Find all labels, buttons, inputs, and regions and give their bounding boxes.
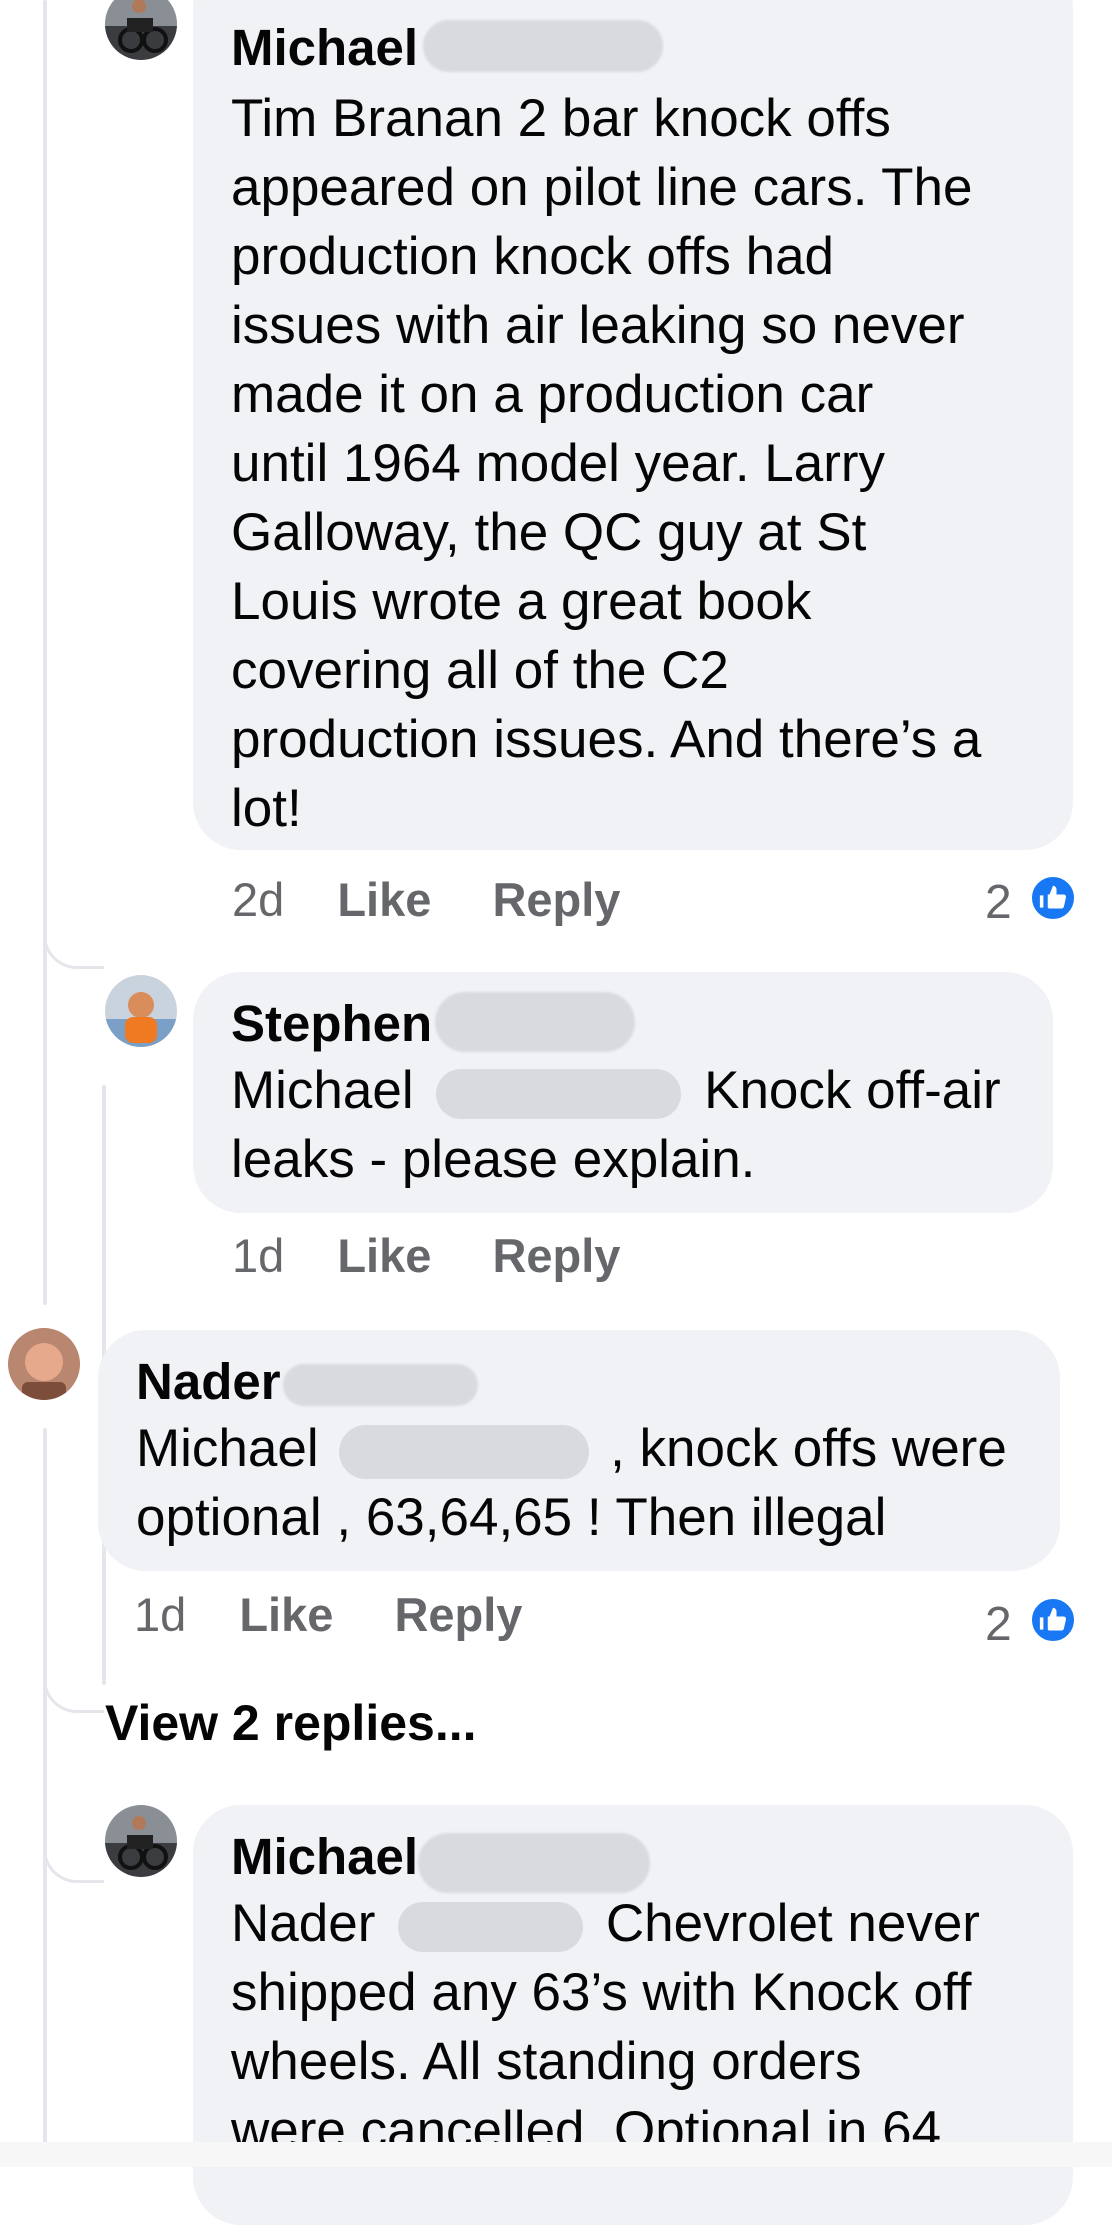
comment-time[interactable]: 1d — [134, 1588, 186, 1641]
comment-meta: 1d Like Reply — [232, 1228, 620, 1284]
like-thumb-icon[interactable] — [1028, 873, 1078, 923]
reply-button[interactable]: Reply — [492, 873, 620, 926]
avatar[interactable] — [8, 1328, 80, 1400]
like-button[interactable]: Like — [337, 1229, 431, 1282]
redacted-name — [418, 1833, 650, 1893]
thread-elbow — [43, 1620, 104, 1713]
comment-text: Nader Chevrolet never shipped any 63’s w… — [231, 1894, 980, 2160]
like-button[interactable]: Like — [337, 873, 431, 926]
comment-text: Tim Branan 2 bar knock offs appeared on … — [231, 89, 982, 838]
comment-time[interactable]: 2d — [232, 873, 284, 926]
comment-author[interactable]: Nader — [136, 1352, 281, 1412]
thread-elbow — [43, 902, 104, 969]
thread-line — [43, 1428, 47, 2167]
comment-bubble: Stephen Michael Knock off-air leaks - pl… — [193, 972, 1053, 1213]
avatar[interactable] — [105, 0, 177, 60]
reaction-count[interactable]: 2 — [985, 1597, 1012, 1653]
comment-author[interactable]: Stephen — [231, 994, 432, 1054]
comment-author[interactable]: Michael — [231, 18, 418, 78]
avatar[interactable] — [105, 975, 177, 1047]
redacted-name — [398, 1902, 584, 1952]
redacted-name — [339, 1425, 590, 1479]
view-replies-link[interactable]: View 2 replies... — [105, 1693, 477, 1753]
like-button[interactable]: Like — [239, 1588, 333, 1641]
comment-text: Michael Knock off-air leaks - please exp… — [231, 1061, 1001, 1189]
comment-time[interactable]: 1d — [232, 1229, 284, 1282]
comment-bubble: Michael Tim Branan 2 bar knock offs appe… — [193, 0, 1073, 850]
comment-bubble: Nader Michael , knock offs were optional… — [98, 1330, 1060, 1571]
redacted-name — [283, 1364, 478, 1406]
thread-line — [43, 0, 47, 1305]
avatar[interactable] — [105, 1805, 177, 1877]
reply-button[interactable]: Reply — [394, 1588, 522, 1641]
reply-button[interactable]: Reply — [492, 1229, 620, 1282]
redacted-name — [436, 1069, 682, 1119]
redacted-name — [423, 20, 663, 72]
comment-meta: 1d Like Reply — [134, 1587, 522, 1643]
like-thumb-icon[interactable] — [1028, 1595, 1078, 1645]
thread-elbow — [43, 1800, 104, 1883]
comment-author[interactable]: Michael — [231, 1827, 418, 1887]
redacted-name — [435, 992, 635, 1052]
bottom-bar — [0, 2142, 1112, 2167]
comment-meta: 2d Like Reply — [232, 872, 620, 928]
comment-text: Michael , knock offs were optional , 63,… — [136, 1419, 1007, 1547]
reaction-count[interactable]: 2 — [985, 875, 1012, 931]
mention[interactable]: Michael — [136, 1419, 319, 1478]
mention[interactable]: Michael — [231, 1061, 414, 1120]
mention[interactable]: Nader — [231, 1894, 375, 1953]
